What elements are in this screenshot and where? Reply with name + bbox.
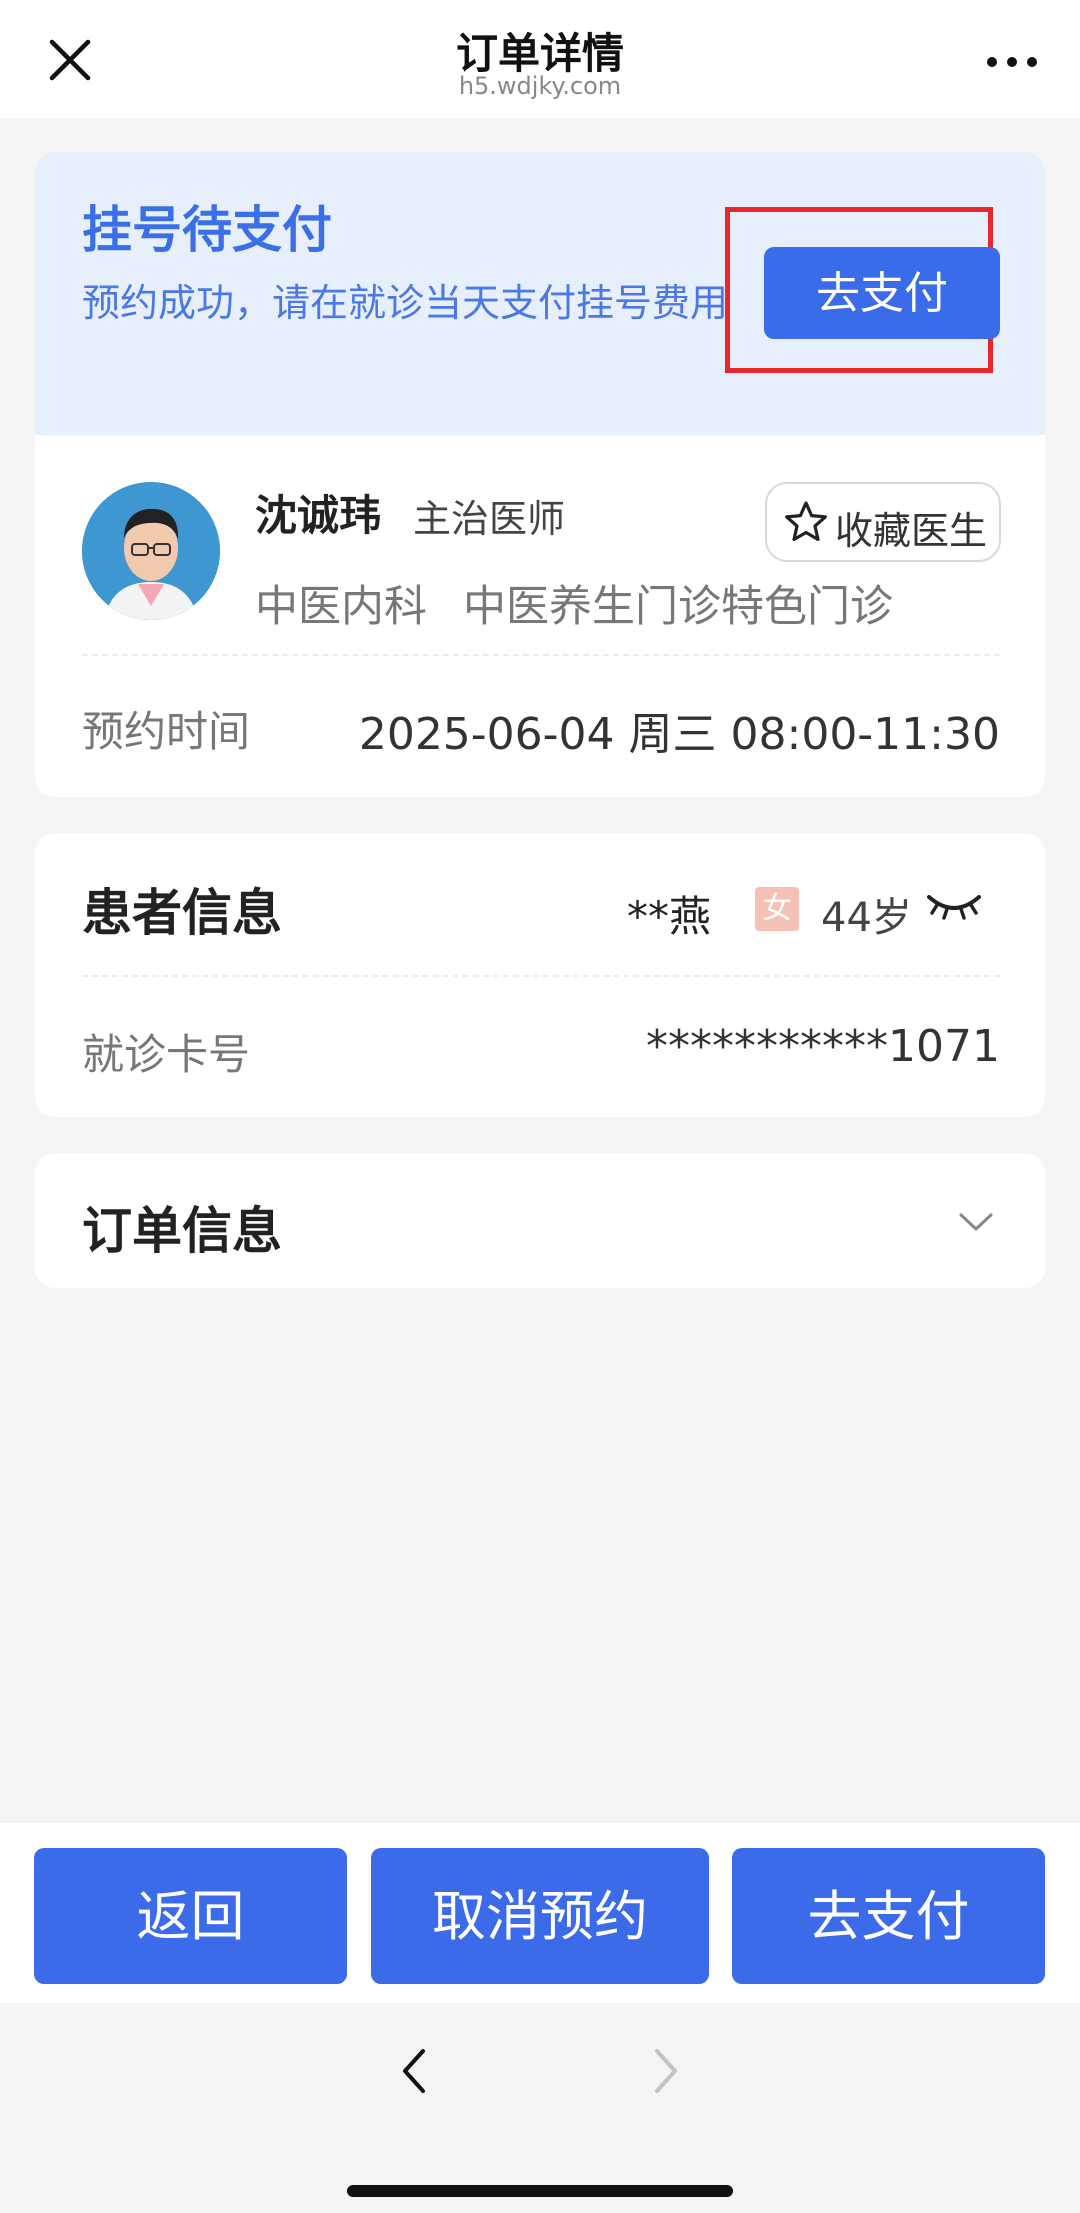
appointment-time-value: 2025-06-04 周三 08:00-11:30 xyxy=(358,709,1000,760)
pay-button-top[interactable]: 去支付 xyxy=(764,247,1000,339)
forward-arrow-icon[interactable] xyxy=(640,2041,690,2101)
patient-info-card: 患者信息 **燕 女 44岁 就诊卡号 ***********1071 xyxy=(35,833,1045,1117)
top-nav-bar: 订单详情 h5.wdjky.com xyxy=(0,0,1080,118)
eye-closed-icon[interactable] xyxy=(923,885,985,929)
favorite-doctor-button[interactable]: 收藏医生 xyxy=(765,482,1001,562)
pay-button-bottom[interactable]: 去支付 xyxy=(732,1848,1045,1984)
browser-nav-bar xyxy=(0,2003,1080,2213)
cancel-appointment-button[interactable]: 取消预约 xyxy=(371,1848,709,1984)
more-icon[interactable] xyxy=(982,40,1042,80)
status-banner: 挂号待支付 预约成功，请在就诊当天支付挂号费用 去支付 xyxy=(35,152,1045,435)
order-section-title: 订单信息 xyxy=(82,1202,282,1260)
favorite-label: 收藏医生 xyxy=(835,509,988,553)
back-arrow-icon[interactable] xyxy=(390,2041,440,2101)
doctor-department: 中医内科 xyxy=(255,582,427,632)
doctor-name: 沈诚玮 xyxy=(255,491,382,540)
card-number-value: ***********1071 xyxy=(646,1021,1000,1072)
back-button[interactable]: 返回 xyxy=(34,1848,347,1984)
patient-name: **燕 xyxy=(627,892,712,941)
patient-age: 44岁 xyxy=(821,895,912,941)
card-number-label: 就诊卡号 xyxy=(82,1030,251,1079)
page-domain: h5.wdjky.com xyxy=(458,72,622,100)
star-icon xyxy=(785,501,827,542)
sex-badge: 女 xyxy=(755,887,799,931)
appointment-time-label: 预约时间 xyxy=(82,707,251,756)
divider xyxy=(82,975,1000,977)
status-description: 预约成功，请在就诊当天支付挂号费用 xyxy=(82,281,729,325)
doctor-title: 主治医师 xyxy=(413,497,566,541)
status-title: 挂号待支付 xyxy=(82,201,332,259)
order-status-card: 挂号待支付 预约成功，请在就诊当天支付挂号费用 去支付 沈诚玮 主治医师 收藏医… xyxy=(35,152,1045,797)
chevron-down-icon[interactable] xyxy=(955,1201,997,1243)
doctor-avatar xyxy=(82,482,220,620)
doctor-photo xyxy=(82,482,220,620)
divider xyxy=(82,654,1000,656)
order-info-card[interactable]: 订单信息 xyxy=(35,1153,1045,1288)
bottom-action-bar: 返回 取消预约 去支付 xyxy=(0,1823,1080,2003)
doctor-clinic: 中医养生门诊特色门诊 xyxy=(463,582,893,632)
home-indicator xyxy=(347,2185,733,2197)
patient-section-title: 患者信息 xyxy=(82,884,282,942)
